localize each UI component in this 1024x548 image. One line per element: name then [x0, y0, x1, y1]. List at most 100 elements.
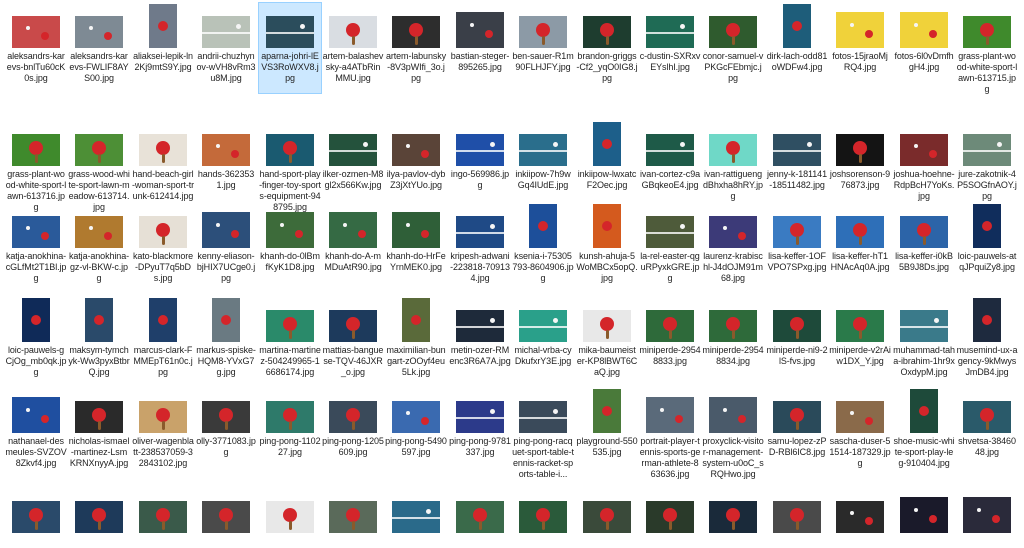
file-item[interactable]: artem-balashevsky-a4ATbRinMMU.jpg	[321, 2, 385, 84]
file-item[interactable]	[384, 487, 448, 536]
file-item[interactable]: joshsorenson-976873.jpg	[828, 120, 892, 191]
file-item[interactable]: ping-pong-1205609.jpg	[321, 387, 385, 458]
file-item[interactable]: kato-blackmore-DPyuT7q5bDs.jpg	[131, 202, 195, 284]
file-item[interactable]: ivan-rattiguengdBhxha8hRY.jpg	[701, 120, 765, 202]
file-item[interactable]: hand-beach-girl-woman-sport-trunk-612414…	[131, 120, 195, 202]
file-item[interactable]: jure-zakotnik-4P5SOGfnAOY.jpg	[955, 120, 1019, 202]
file-item[interactable]: khanh-do-HrFeYrnMEK0.jpg	[384, 202, 448, 273]
file-item[interactable]: olly-3771083.jpg	[194, 387, 258, 458]
file-item[interactable]: c-dustin-SXRxvEYslhI.jpg	[638, 2, 702, 73]
file-item[interactable]	[765, 487, 829, 536]
file-item[interactable]: khanh-do-A-mMDuAtR90.jpg	[321, 202, 385, 273]
file-item[interactable]: mattias-banguese-TQV-46JXR_o.jpg	[321, 296, 385, 378]
file-item[interactable]: muhammad-taha-ibrahim-1hr9xOxdypM.jpg	[892, 296, 956, 378]
file-item[interactable]: marcus-clark-FMMEpT61n0c.jpg	[131, 296, 195, 378]
file-thumbnail	[646, 501, 694, 533]
file-item[interactable]: kripesh-adwani-223818-709134.jpg	[448, 202, 512, 284]
file-item[interactable]: khanh-do-0lBmfKyK1D8.jpg	[258, 202, 322, 273]
file-item[interactable]: dirk-lach-odd81oWDFw4.jpg	[765, 2, 829, 73]
file-item[interactable]: nicholas-ismael-martinez-LsmKRNXnyyA.jpg	[67, 387, 131, 469]
file-item[interactable]: aleksandrs-karevs-FWLIF8AYS00.jpg	[67, 2, 131, 84]
file-item[interactable]: aliaksei-lepik-ln2Kj9mtS9Y.jpg	[131, 2, 195, 73]
file-item[interactable]: markus-spiske-HQM8-YVxG7g.jpg	[194, 296, 258, 378]
file-item[interactable]: ping-pong-5490597.jpg	[384, 387, 448, 458]
file-item[interactable]: miniperde-29548833.jpg	[638, 296, 702, 367]
file-item[interactable]: portrait-player-tennis-sports-german-ath…	[638, 387, 702, 480]
file-item[interactable]	[448, 487, 512, 536]
file-item[interactable]: conor-samuel-vPKGcFEbmjc.jpg	[701, 2, 765, 84]
file-item[interactable]: shoe-music-white-sport-play-leg-910404.j…	[892, 387, 956, 469]
file-item[interactable]: miniperde-29548834.jpg	[701, 296, 765, 367]
file-item[interactable]: inkiipow-7h9wGq4IUdE.jpg	[511, 120, 575, 191]
file-item[interactable]: artem-labunsky-8V3pWIfi_3o.jpg	[384, 2, 448, 84]
file-item[interactable]: loic-pauwels-atqJPquiZy8.jpg	[955, 202, 1019, 273]
file-item[interactable]: mika-baumeister-KP8lBWT6CaQ.jpg	[575, 296, 639, 378]
file-item[interactable]: michal-vrba-cyDkufxrY3E.jpg	[511, 296, 575, 367]
file-name-label: conor-samuel-vPKGcFEbmjc.jpg	[702, 51, 764, 83]
file-item[interactable]: grass-plant-wood-white-sport-lawn-613716…	[4, 120, 68, 213]
file-item[interactable]	[67, 487, 131, 536]
file-item[interactable]: la-rel-easter-qguRPyxkGRE.jpg	[638, 202, 702, 284]
file-item[interactable]	[321, 487, 385, 536]
file-item[interactable]: andrii-chuzhynov-wVH8vRm3u8M.jpg	[194, 2, 258, 84]
file-item[interactable]	[194, 487, 258, 536]
file-item[interactable]: katja-anokhina-gz-vl-BKW-c.jpg	[67, 202, 131, 284]
file-item[interactable]: loic-pauwels-gCjOg_mb0qk.jpg	[4, 296, 68, 378]
file-item[interactable]: hand-sport-play-finger-toy-sports-equipm…	[258, 120, 322, 213]
file-item[interactable]: kunsh-ahuja-5WoMBCx5opQ.jpg	[575, 202, 639, 284]
file-item[interactable]: samu-lopez-zPD-RBl6IC8.jpg	[765, 387, 829, 458]
file-item[interactable]: katja-anokhina-cGLfMt2T1Bl.jpg	[4, 202, 68, 284]
file-item[interactable]: ilya-pavlov-dybZ3jXtYUo.jpg	[384, 120, 448, 191]
file-item[interactable]: miniperde-v2rAiw1DX_Y.jpg	[828, 296, 892, 367]
file-item[interactable]: playground-550535.jpg	[575, 387, 639, 458]
file-item[interactable]	[701, 487, 765, 536]
file-item[interactable]: shvetsa-3846048.jpg	[955, 387, 1019, 458]
file-item[interactable]: kenny-eliason-bjHIX7UCge0.jpg	[194, 202, 258, 284]
file-item[interactable]: fotos-6l0vDmfhgH4.jpg	[892, 2, 956, 73]
file-item[interactable]	[575, 487, 639, 536]
file-item[interactable]: ingo-569986.jpg	[448, 120, 512, 191]
file-item[interactable]: nathanael-desmeules-SVZOV8Zkvf4.jpg	[4, 387, 68, 469]
file-item[interactable]: lisa-keffer-i0kB5B9J8Ds.jpg	[892, 202, 956, 273]
file-item[interactable]	[638, 487, 702, 536]
file-item[interactable]: ksenia-i-75305793-8604906.jpg	[511, 202, 575, 284]
file-item[interactable]: joshua-hoehne-RdpBcH7YoKs.jpg	[892, 120, 956, 202]
file-item[interactable]: oliver-wagenblatt-238537059-32843102.jpg	[131, 387, 195, 469]
file-item[interactable]: lisa-keffer-hT1HNAcAq0A.jpg	[828, 202, 892, 273]
file-item[interactable]: laurenz-krabischl-J4dOJM91m68.jpg	[701, 202, 765, 284]
file-item[interactable]: martina-martinez-504249965-16686174.jpg	[258, 296, 322, 378]
file-thumbnail	[75, 401, 123, 433]
file-item[interactable]: ping-pong-9781337.jpg	[448, 387, 512, 458]
file-thumbnail	[75, 501, 123, 533]
file-item[interactable]: grass-wood-white-sport-lawn-meadow-61371…	[67, 120, 131, 213]
file-item[interactable]: miniperde-ni9-2lS-fvs.jpg	[765, 296, 829, 367]
file-item[interactable]: maksym-tymchyk-Ww3pyxBtbrQ.jpg	[67, 296, 131, 378]
file-item[interactable]: maximilian-bungart-zOOyf4eu5Lk.jpg	[384, 296, 448, 378]
file-item[interactable]	[131, 487, 195, 536]
file-item[interactable]: ping-pong-110227.jpg	[258, 387, 322, 458]
file-item[interactable]: bastian-steger-895265.jpg	[448, 2, 512, 73]
file-item[interactable]: ping-pong-racquet-sport-table-tennis-rac…	[511, 387, 575, 480]
file-item[interactable]	[258, 487, 322, 536]
file-item[interactable]: inkiipow-lwxatcF2Oec.jpg	[575, 120, 639, 191]
file-item[interactable]: musemind-ux-agency-9kMwysJmDB4.jpg	[955, 296, 1019, 378]
file-item[interactable]	[955, 487, 1019, 536]
file-item[interactable]: lisa-keffer-1OFVPO7SPxg.jpg	[765, 202, 829, 273]
file-item[interactable]: brandon-griggs-Cf2_yqO0IG8.jpg	[575, 2, 639, 84]
file-item[interactable]: ivan-cortez-c9aGBqkeoE4.jpg	[638, 120, 702, 191]
file-item[interactable]: ben-sauer-R1m90FLHJFY.jpg	[511, 2, 575, 73]
file-item[interactable]: hands-3623531.jpg	[194, 120, 258, 191]
file-item[interactable]: aleksandrs-karevs-bnlTu60cK0s.jpg	[4, 2, 68, 84]
file-item[interactable]: jenny-k-181141-18511482.jpg	[765, 120, 829, 191]
file-item[interactable]: aparna-johri-lEVS3RoWXV8.jpg	[258, 2, 322, 94]
file-item[interactable]: grass-plant-wood-white-sport-lawn-613715…	[955, 2, 1019, 95]
file-item[interactable]	[511, 487, 575, 536]
file-item[interactable]: proxyclick-visitor-management-system-u0o…	[701, 387, 765, 480]
file-item[interactable]	[892, 487, 956, 536]
file-item[interactable]: fotos-15jraoMjRQ4.jpg	[828, 2, 892, 73]
file-item[interactable]	[828, 487, 892, 536]
file-item[interactable]: ilker-ozmen-M8gl2x566Kw.jpg	[321, 120, 385, 191]
file-item[interactable]: metin-ozer-RMenc3R6A7A.jpg	[448, 296, 512, 367]
file-item[interactable]: sascha-duser-51514-187329.jpg	[828, 387, 892, 469]
file-item[interactable]	[4, 487, 68, 536]
